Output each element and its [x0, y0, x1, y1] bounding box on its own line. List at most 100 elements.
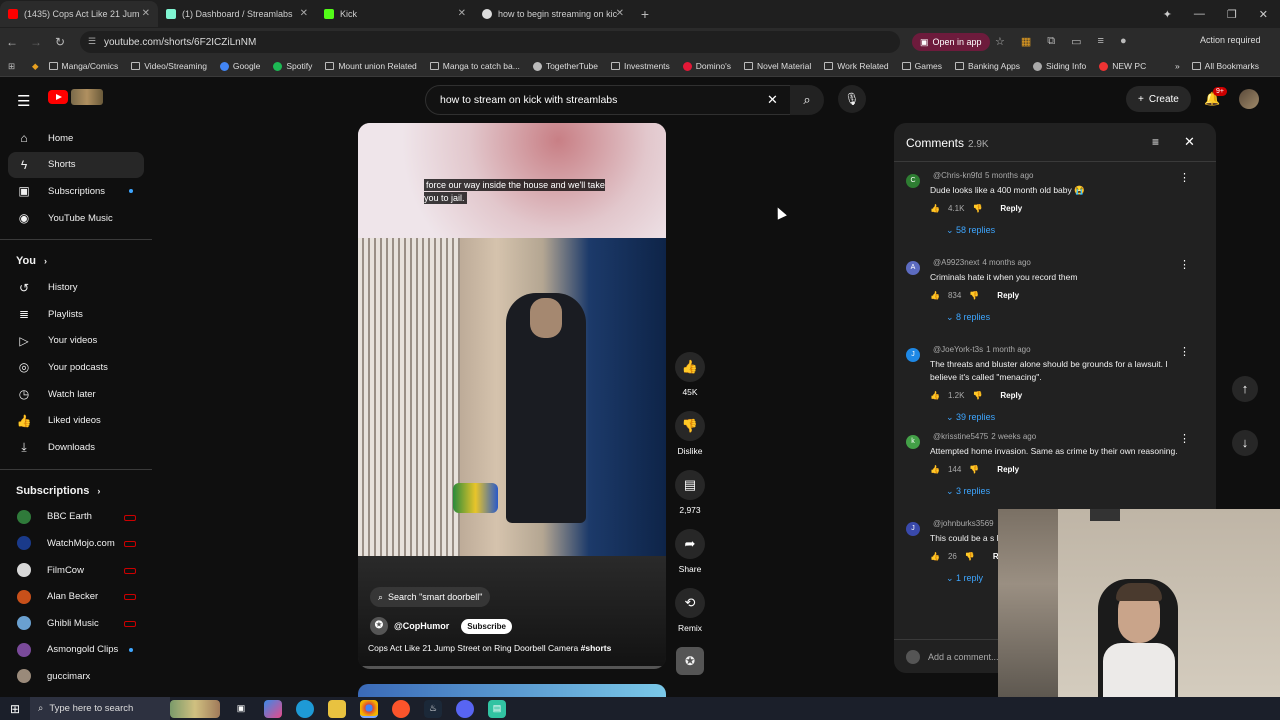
- bookmark-manga-comics[interactable]: Manga/Comics: [48, 61, 118, 71]
- search-suggestion-chip[interactable]: ⌕ Search "smart doorbell": [370, 587, 491, 607]
- comment-author[interactable]: @krisstine5475: [933, 432, 988, 441]
- new-tab-icon[interactable]: +: [632, 6, 658, 22]
- view-replies-button[interactable]: ⌄ 8 replies: [946, 312, 1196, 323]
- discord-icon[interactable]: [456, 699, 474, 718]
- bookmark-google[interactable]: Google: [219, 61, 260, 71]
- voice-search-icon[interactable]: 🎙: [838, 85, 866, 113]
- comment-reply-button[interactable]: Reply: [1000, 391, 1022, 400]
- back-icon[interactable]: ←: [0, 35, 24, 49]
- short-video-player[interactable]: force our way inside the house and we'll…: [358, 123, 666, 669]
- sidebar-item-liked-videos[interactable]: 👍 Liked videos: [0, 407, 152, 434]
- bookmark-new-pc[interactable]: NEW PC: [1099, 61, 1146, 71]
- sidebar-item-your-videos[interactable]: ▷ Your videos: [0, 328, 152, 355]
- site-info-icon[interactable]: ☰: [88, 36, 96, 47]
- tab-close-icon[interactable]: ✕: [458, 8, 466, 19]
- youtube-doodle-logo[interactable]: [71, 89, 103, 105]
- remix-button[interactable]: ⟲: [675, 588, 705, 618]
- create-button[interactable]: + Create: [1126, 86, 1191, 112]
- sidebar-item-home[interactable]: ⌂ Home: [0, 125, 152, 152]
- bookmark-mount-union-related[interactable]: Mount union Related: [325, 61, 417, 71]
- reload-icon[interactable]: ↻: [48, 35, 72, 49]
- commenter-avatar[interactable]: J: [906, 348, 920, 362]
- cast-icon[interactable]: ▭: [1071, 35, 1081, 48]
- comment-author[interactable]: @A9923next: [933, 258, 979, 267]
- extensions-sparkle-icon[interactable]: ✦: [1163, 8, 1172, 21]
- taskbar-search[interactable]: ⌕ Type here to search: [30, 697, 170, 720]
- comment-more-icon[interactable]: ⋮: [1179, 171, 1190, 184]
- sidebar-item-youtube-music[interactable]: ◉ YouTube Music: [0, 205, 152, 232]
- copilot-icon[interactable]: [264, 699, 282, 718]
- share-button[interactable]: ➦: [675, 529, 705, 559]
- browser-tab-streamlabs[interactable]: (1) Dashboard / Streamlabs ✕: [158, 1, 316, 27]
- commenter-avatar[interactable]: k: [906, 435, 920, 449]
- extension-bookmark-icon[interactable]: ◆: [32, 61, 39, 72]
- url-field[interactable]: ☰ youtube.com/shorts/6F2ICZiLnNM: [80, 31, 900, 53]
- brave-icon[interactable]: [392, 699, 410, 718]
- commenter-avatar[interactable]: J: [906, 522, 920, 536]
- apps-grid-icon[interactable]: ⊞: [8, 61, 24, 72]
- sidebar-subscription-watchmojo-com[interactable]: WatchMojo.com: [0, 530, 152, 557]
- edge-icon[interactable]: [296, 699, 314, 718]
- bookmark-manga-to-catch-ba[interactable]: Manga to catch ba...: [429, 61, 520, 71]
- short-hashtag[interactable]: #shorts: [581, 643, 612, 653]
- comment-dislike-icon[interactable]: 👎: [965, 552, 975, 561]
- comment-more-icon[interactable]: ⋮: [1179, 345, 1190, 358]
- comment-dislike-icon[interactable]: 👎: [969, 291, 979, 300]
- extension-puzzle-icon[interactable]: ⧉: [1047, 35, 1055, 48]
- sidebar-subscription-bbc-earth[interactable]: BBC Earth: [0, 504, 152, 531]
- like-button[interactable]: 👍: [675, 352, 705, 382]
- bookmark-games[interactable]: Games: [901, 61, 942, 71]
- commenter-avatar[interactable]: C: [906, 174, 920, 188]
- comment-reply-button[interactable]: Reply: [997, 291, 1019, 300]
- comment-like-icon[interactable]: 👍: [930, 204, 940, 213]
- comment-like-icon[interactable]: 👍: [930, 391, 940, 400]
- action-required-button[interactable]: Action required: [1200, 35, 1261, 45]
- media-control-icon[interactable]: ≡: [1098, 35, 1104, 48]
- view-replies-button[interactable]: ⌄ 3 replies: [946, 486, 1196, 497]
- steam-icon[interactable]: ♨: [424, 699, 442, 718]
- bookmark-domino-s[interactable]: Domino's: [682, 61, 731, 71]
- forward-icon[interactable]: →: [24, 35, 48, 49]
- video-progress-bar[interactable]: [358, 666, 666, 669]
- bookmark-star-icon[interactable]: ☆: [995, 35, 1005, 48]
- sidebar-subscription-ghibli-music[interactable]: Ghibli Music: [0, 610, 152, 637]
- comment-more-icon[interactable]: ⋮: [1179, 258, 1190, 271]
- bookmark-investments[interactable]: Investments: [610, 61, 670, 71]
- comment-more-icon[interactable]: ⋮: [1179, 432, 1190, 445]
- previous-short-button[interactable]: ↑: [1232, 376, 1258, 402]
- next-short-button[interactable]: ↓: [1232, 430, 1258, 456]
- user-avatar[interactable]: [1239, 89, 1259, 109]
- search-input[interactable]: how to stream on kick with streamlabs: [425, 85, 792, 115]
- bookmark-banking-apps[interactable]: Banking Apps: [955, 61, 1020, 71]
- close-comments-icon[interactable]: ✕: [1184, 134, 1195, 150]
- comment-author[interactable]: @JoeYork-t3s: [933, 345, 983, 354]
- sidebar-item-subscriptions[interactable]: ▣ Subscriptions: [0, 178, 152, 205]
- sidebar-subscription-guccimarx[interactable]: guccimarx: [0, 663, 152, 690]
- dislike-button[interactable]: 👎: [675, 411, 705, 441]
- sidebar-item-your-podcasts[interactable]: ◎ Your podcasts: [0, 354, 152, 381]
- browser-tab-youtube[interactable]: (1435) Cops Act Like 21 Jum ✕: [0, 1, 158, 27]
- subscribe-button[interactable]: Subscribe: [461, 618, 512, 634]
- tab-close-icon[interactable]: ✕: [142, 8, 150, 19]
- sidebar-subscription-filmcow[interactable]: FilmCow: [0, 557, 152, 584]
- bookmark-siding-info[interactable]: Siding Info: [1033, 61, 1086, 71]
- channel-avatar[interactable]: ✪: [370, 617, 388, 635]
- tab-close-icon[interactable]: ✕: [300, 8, 308, 19]
- comment-dislike-icon[interactable]: 👎: [969, 465, 979, 474]
- close-window-icon[interactable]: ✕: [1259, 8, 1268, 21]
- sidebar-item-shorts[interactable]: ϟ Shorts: [8, 151, 144, 179]
- comment-reply-button[interactable]: Reply: [1000, 204, 1022, 213]
- sort-comments-icon[interactable]: ≡: [1152, 135, 1159, 149]
- menu-hamburger-icon[interactable]: ☰: [17, 92, 30, 110]
- maximize-icon[interactable]: ❐: [1227, 8, 1237, 21]
- windows-start-icon[interactable]: ⊞: [0, 702, 30, 716]
- sidebar-subscriptions-heading[interactable]: Subscriptions ›: [0, 478, 152, 504]
- extension-icon[interactable]: ▦: [1021, 35, 1031, 48]
- sidebar-item-playlists[interactable]: ≣ Playlists: [0, 301, 152, 328]
- bookmark-spotify[interactable]: Spotify: [273, 61, 312, 71]
- streamlabs-icon[interactable]: ▤: [488, 699, 506, 718]
- sound-thumbnail-icon[interactable]: ✪: [676, 647, 704, 675]
- file-explorer-icon[interactable]: [328, 699, 346, 718]
- sidebar-you-heading[interactable]: You ›: [0, 248, 152, 274]
- comment-author[interactable]: @Chris-kn9fd: [933, 171, 982, 180]
